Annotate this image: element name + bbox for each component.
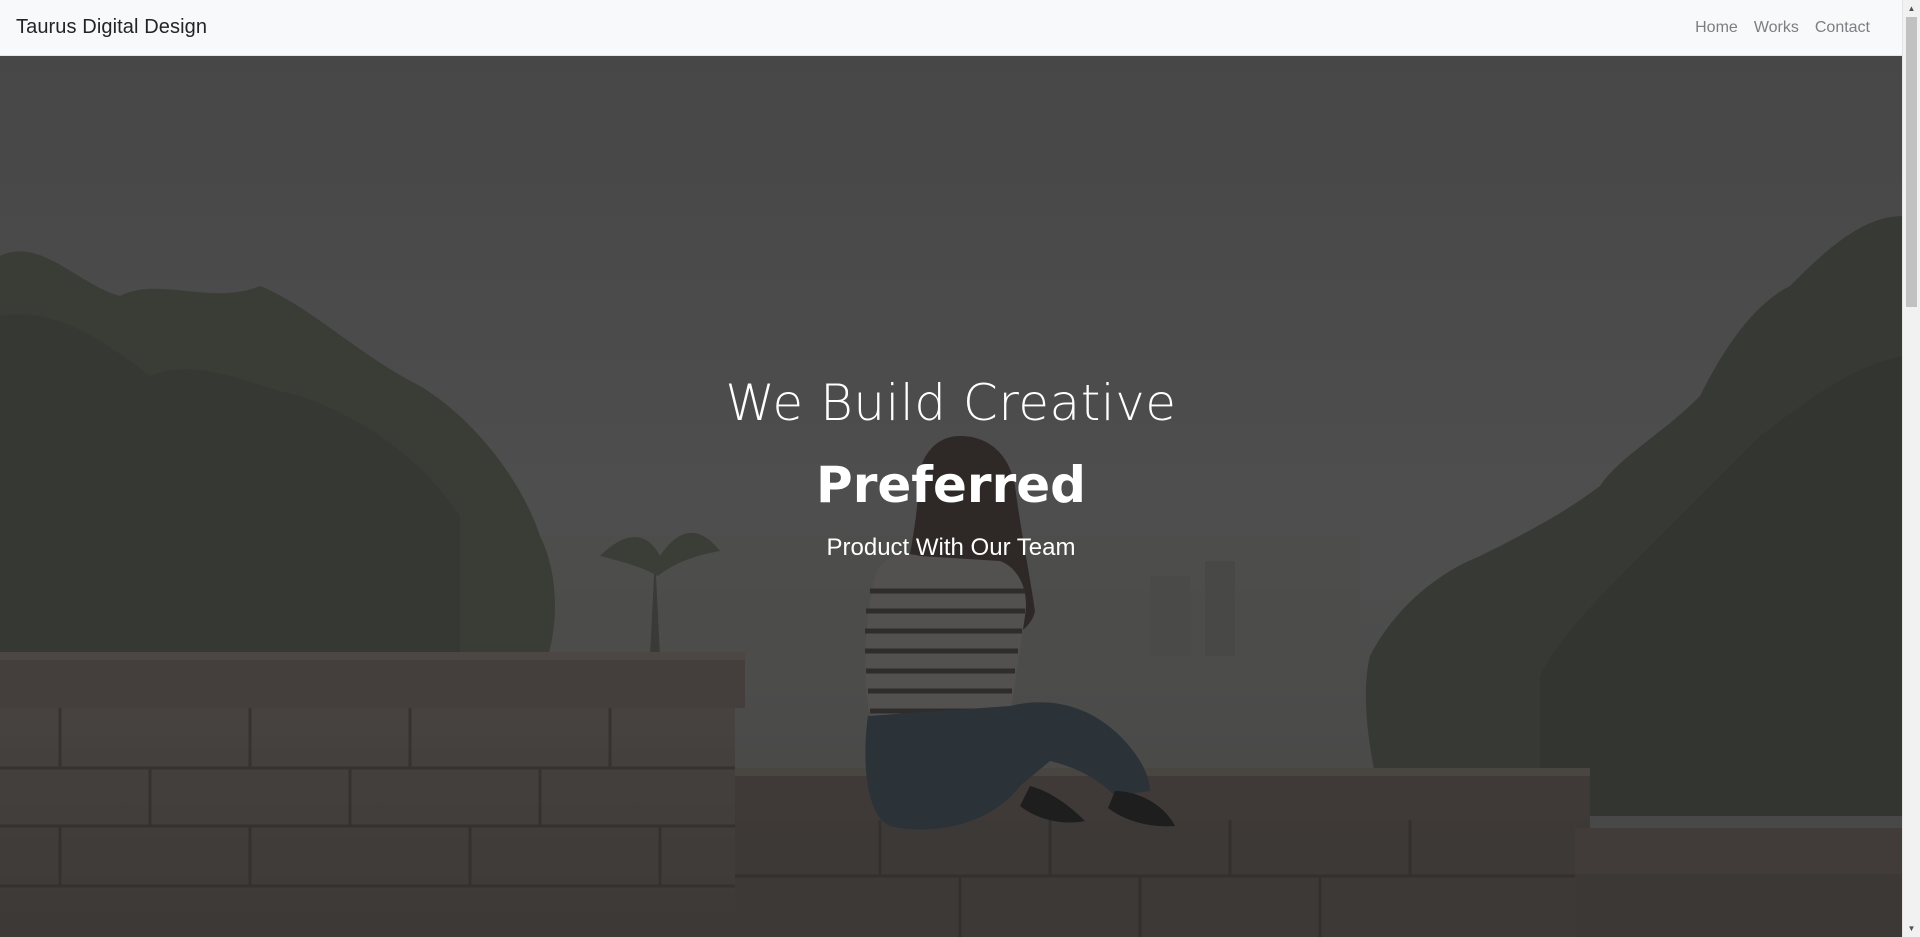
arrow-down-icon[interactable]: ▼ xyxy=(1903,920,1920,937)
hero-text: We Build Creative Preferred Product With… xyxy=(0,56,1902,937)
nav-link-contact[interactable]: Contact xyxy=(1807,19,1878,37)
hero-section: We Build Creative Preferred Product With… xyxy=(0,56,1902,937)
hero-headline-line3: Product With Our Team xyxy=(826,534,1076,561)
brand-link[interactable]: Taurus Digital Design xyxy=(16,16,207,39)
vertical-scrollbar[interactable]: ▲ ▼ xyxy=(1902,0,1920,937)
page: Taurus Digital Design Home Works Contact xyxy=(0,0,1920,937)
hero-headline-line2: Preferred xyxy=(816,456,1086,514)
nav-link-works[interactable]: Works xyxy=(1746,19,1807,37)
navbar: Taurus Digital Design Home Works Contact xyxy=(0,0,1902,56)
arrow-up-icon[interactable]: ▲ xyxy=(1903,0,1920,17)
scrollbar-thumb[interactable] xyxy=(1906,17,1917,307)
nav-link-home[interactable]: Home xyxy=(1687,19,1746,37)
nav-links: Home Works Contact xyxy=(1687,19,1878,37)
hero-headline-line1: We Build Creative xyxy=(725,374,1177,432)
